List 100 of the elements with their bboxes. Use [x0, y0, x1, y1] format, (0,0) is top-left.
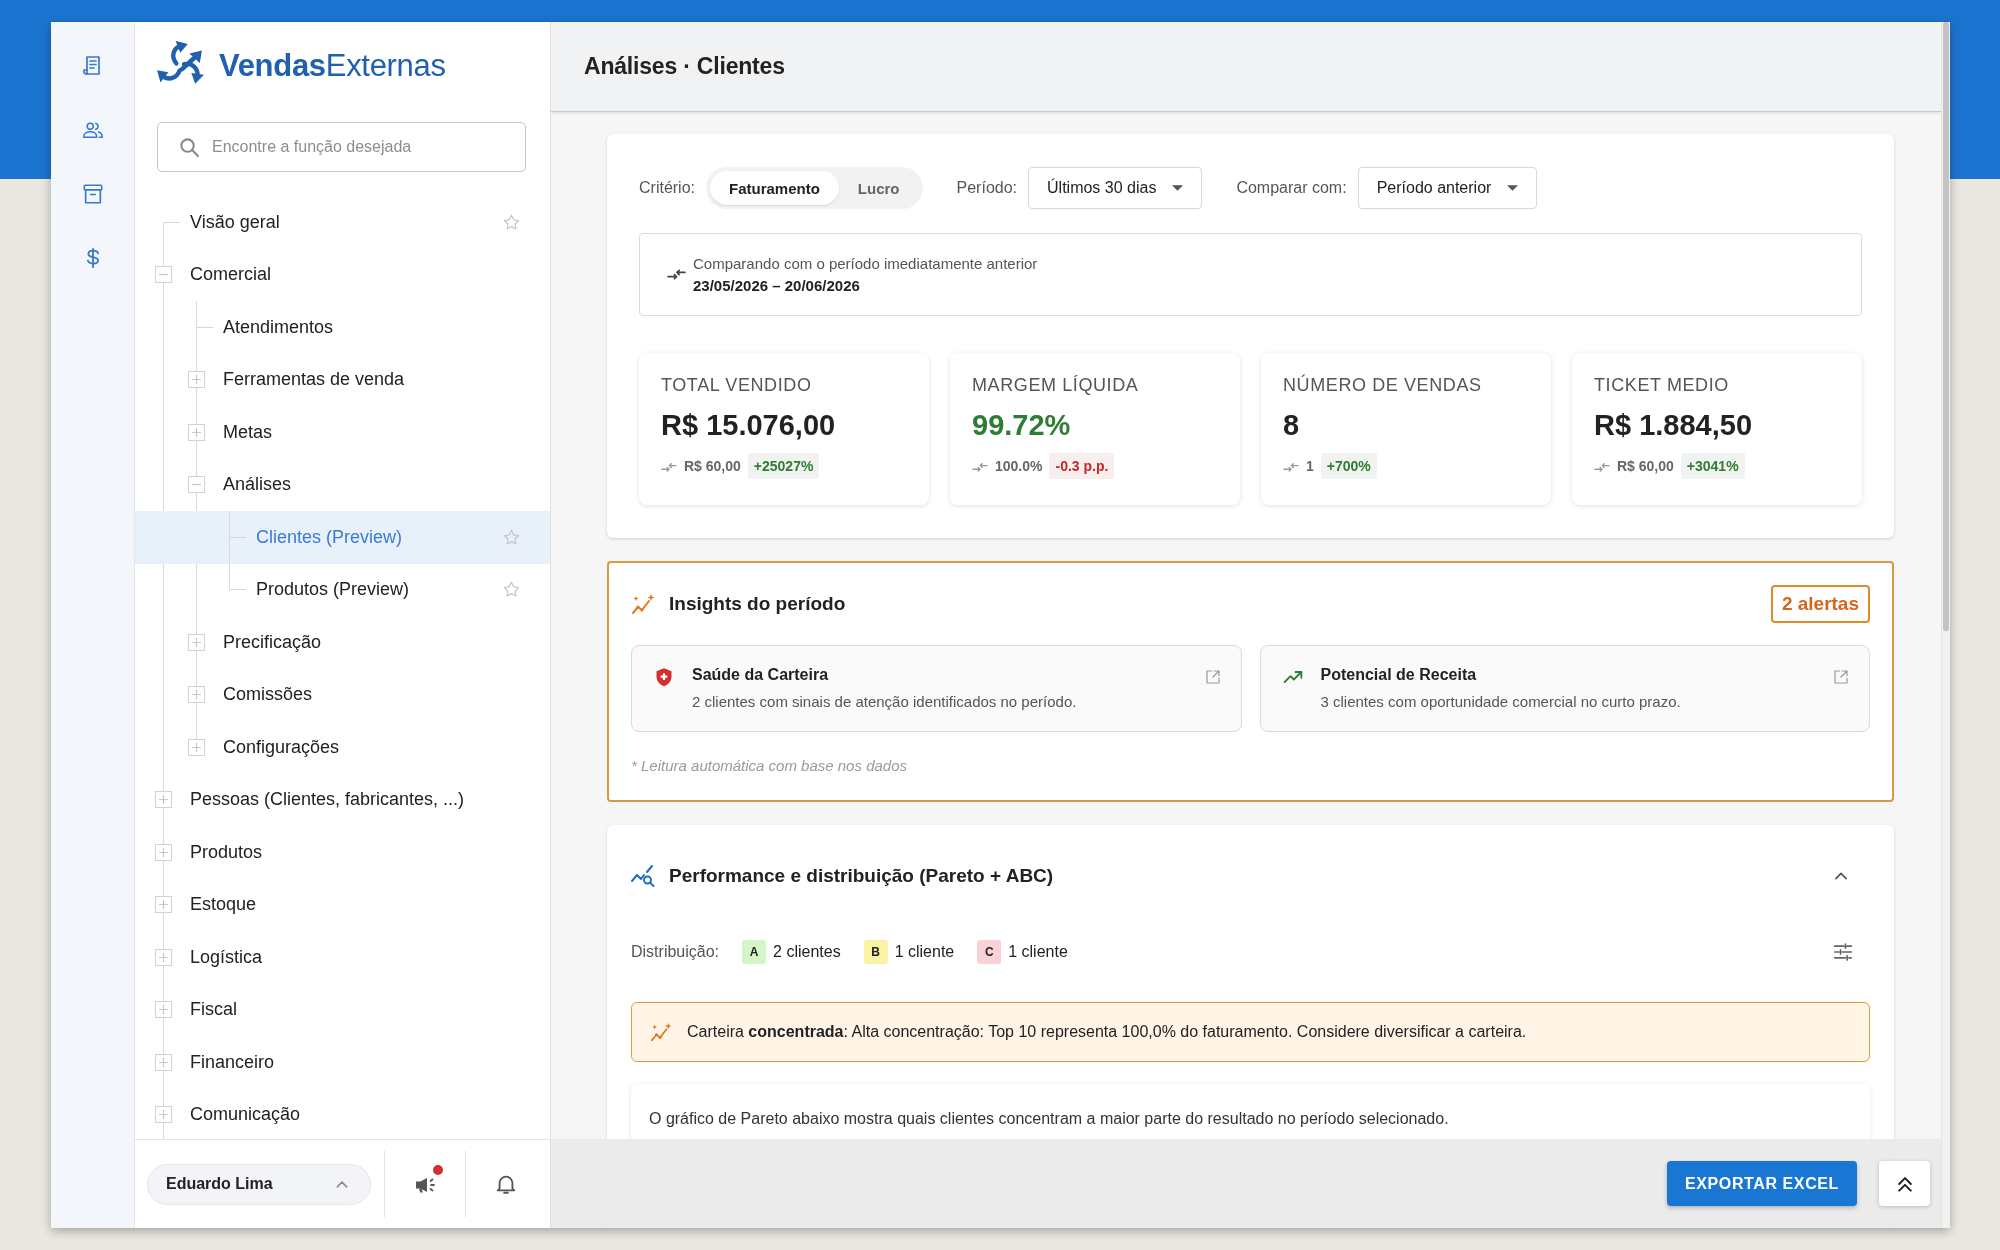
caret-down-icon — [1172, 185, 1184, 191]
expand-icon[interactable] — [188, 423, 205, 441]
nav-item[interactable]: Fiscal — [135, 983, 550, 1036]
expand-icon[interactable] — [155, 948, 172, 966]
percent-change: +700% — [1320, 453, 1377, 479]
insight-card[interactable]: Saúde da Carteira 2 clientes com sinais de atenção identificados no período. — [631, 645, 1242, 732]
archive-box-icon[interactable] — [81, 183, 104, 205]
search-field[interactable]: Encontre a função desejada — [157, 122, 526, 172]
insight-title: Saúde da Carteira — [692, 666, 830, 684]
expand-icon[interactable] — [188, 686, 205, 704]
distribution-label: Distribuição: — [631, 943, 720, 961]
abc-class-label: C — [977, 940, 1002, 964]
comparison-text: Comparando com o período imediatamente anterior — [693, 255, 1038, 272]
filter-label: Período: — [956, 179, 1017, 197]
chart-search-icon — [631, 865, 655, 887]
chevron-up-icon[interactable] — [1833, 870, 1849, 882]
nav-item[interactable]: Comercial — [135, 248, 550, 301]
nav-item[interactable]: Estoque — [135, 878, 550, 931]
nav-item[interactable]: Produtos (Preview) — [135, 563, 550, 616]
description-text: O gráfico de Pareto abaixo mostra quais clientes concentram a maior parte do resultado no período selecionado. — [649, 1109, 1450, 1129]
expand-icon[interactable] — [188, 738, 205, 756]
class-count: 1 cliente — [894, 943, 955, 961]
kpi-label: TOTAL VENDIDO — [661, 374, 812, 397]
user-menu-button[interactable]: Eduardo Lima — [147, 1163, 371, 1205]
bell-icon[interactable] — [495, 1173, 517, 1195]
brand-name: VendasExternas — [219, 48, 446, 84]
abc-class-label: A — [742, 940, 767, 964]
compare-arrows-icon — [667, 267, 686, 280]
expand-icon[interactable] — [188, 371, 205, 389]
sparkle-chart-icon — [650, 1022, 672, 1042]
filter-label: Comparar com: — [1236, 179, 1347, 197]
previous-value: R$ 60,00 — [684, 458, 741, 474]
collapse-icon[interactable] — [188, 476, 205, 494]
nav-item[interactable]: Atendimentos — [135, 301, 550, 354]
collapse-icon[interactable] — [155, 266, 172, 284]
kpi-value: 8 — [1283, 408, 1300, 442]
nav-item[interactable]: Pessoas (Clientes, fabricantes, ...) — [135, 773, 550, 826]
nav-item[interactable]: Ferramentas de venda — [135, 353, 550, 406]
star-icon[interactable] — [502, 527, 521, 547]
previous-value: 1 — [1306, 458, 1314, 474]
segment-option[interactable]: Lucro — [838, 171, 919, 205]
scrollbar-thumb[interactable] — [1943, 22, 1949, 631]
compare-arrows-icon — [972, 460, 988, 472]
sparkle-chart-icon — [631, 593, 655, 615]
percent-change: -0.3 p.p. — [1049, 453, 1115, 479]
section-title: Insights do período — [669, 593, 847, 615]
external-link-icon[interactable] — [1833, 669, 1849, 685]
previous-value: R$ 60,00 — [1617, 458, 1674, 474]
nav-item[interactable]: Comunicação — [135, 1088, 550, 1139]
expand-icon[interactable] — [188, 633, 205, 651]
compare-arrows-icon — [661, 460, 677, 472]
expand-icon[interactable] — [155, 1106, 172, 1124]
compare-arrows-icon — [1594, 460, 1610, 472]
kpi-value: R$ 1.884,50 — [1594, 408, 1752, 442]
insight-text: 3 clientes com oportunidade comercial no curto prazo. — [1320, 693, 1682, 710]
kpi-label: TICKET MEDIO — [1594, 374, 1729, 397]
previous-value: 100.0% — [995, 458, 1043, 474]
expand-icon[interactable] — [155, 1001, 172, 1019]
insight-card[interactable]: Potencial de Receita 3 clientes com oportunidade comercial no curto prazo. — [1259, 645, 1870, 732]
kpi-value: R$ 15.076,00 — [661, 408, 836, 442]
scroll-top-button[interactable] — [1879, 1161, 1930, 1206]
nav-item[interactable]: Financeiro — [135, 1036, 550, 1089]
expand-icon[interactable] — [155, 843, 172, 861]
nav-item[interactable]: Configurações — [135, 721, 550, 774]
section-title: Performance e distribuição (Pareto + ABC) — [669, 865, 1055, 887]
insight-text: 2 clientes com sinais de atenção identificados no período. — [692, 693, 1078, 710]
external-link-icon[interactable] — [1204, 669, 1221, 685]
caret-down-icon — [1507, 185, 1519, 191]
nav-item[interactable]: Visão geral — [135, 196, 550, 249]
percent-change: +3041% — [1680, 453, 1745, 479]
segment-option[interactable]: Faturamento — [710, 171, 839, 205]
nav-item[interactable]: Logística — [135, 931, 550, 984]
kpi-label: NÚMERO DE VENDAS — [1283, 373, 1482, 397]
kpi-value: 99.72% — [972, 408, 1071, 442]
export-button[interactable]: EXPORTAR EXCEL — [1667, 1161, 1857, 1206]
page-title: Análises · Clientes — [584, 53, 785, 80]
nav-item[interactable]: Produtos — [135, 826, 550, 879]
star-icon[interactable] — [502, 212, 521, 232]
alert-text: Carteira concentrada: Alta concentração: Top 10 representa 100,0% do faturamento. Considere diversificar a carteira. — [687, 1023, 1527, 1041]
expand-icon[interactable] — [155, 896, 172, 914]
nav-item[interactable]: Análises — [135, 458, 550, 511]
abc-class-label: B — [863, 940, 888, 964]
nav-item[interactable]: Precificação — [135, 616, 550, 669]
filter-label: Critério: — [639, 179, 695, 197]
nav-item[interactable]: Metas — [135, 406, 550, 459]
nav-item[interactable]: Clientes (Preview) — [135, 511, 550, 564]
insight-title: Potencial de Receita — [1320, 666, 1478, 684]
expand-icon[interactable] — [155, 791, 172, 809]
kpi-label: MARGEM LÍQUIDA — [972, 374, 1139, 397]
search-icon — [178, 136, 199, 157]
class-count: 2 clientes — [773, 943, 841, 961]
nav-item[interactable]: Comissões — [135, 668, 550, 721]
shield-cross-icon — [654, 667, 674, 687]
period-dropdown[interactable]: Últimos 30 dias — [1028, 167, 1203, 209]
class-count: 1 cliente — [1008, 943, 1068, 961]
compare-dropdown[interactable]: Período anterior — [1357, 167, 1538, 209]
percent-change: +25027% — [747, 453, 820, 479]
sliders-icon[interactable] — [1833, 942, 1853, 962]
footnote: * Leitura automática com base nos dados — [631, 756, 908, 776]
expand-icon[interactable] — [155, 1053, 172, 1071]
